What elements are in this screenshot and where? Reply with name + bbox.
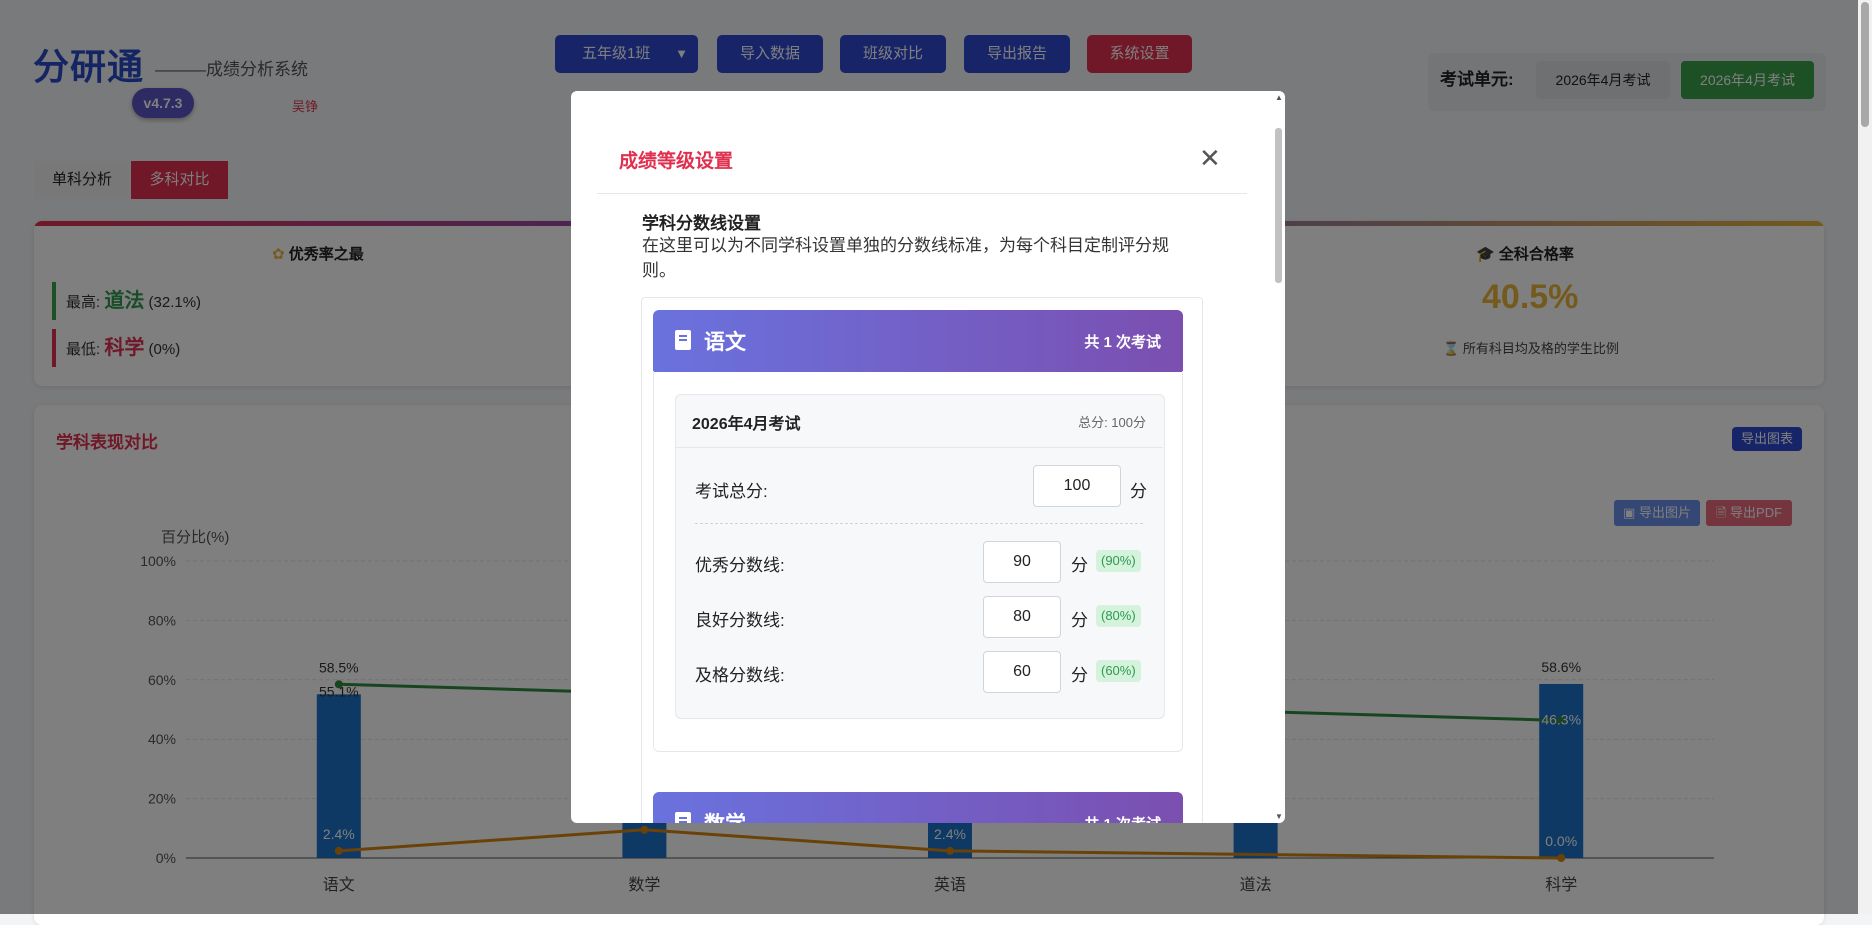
excellent-line-input[interactable]: 90 bbox=[983, 541, 1061, 583]
exam-name: 2026年4月考试 bbox=[692, 416, 801, 433]
page-scrollbar[interactable] bbox=[1858, 0, 1872, 914]
good-pct-badge: (80%) bbox=[1096, 605, 1141, 627]
subject-exam-count: 共 1 次考试 bbox=[1084, 813, 1161, 823]
modal-divider bbox=[597, 193, 1247, 194]
excellent-line-label: 优秀分数线: bbox=[695, 556, 785, 575]
modal-scrollbar-thumb[interactable] bbox=[1275, 128, 1282, 283]
unit-label: 分 bbox=[1071, 666, 1088, 685]
subject-name: 数学 bbox=[704, 808, 746, 823]
page-scrollbar-thumb[interactable] bbox=[1861, 2, 1869, 127]
subject-name: 语文 bbox=[704, 331, 746, 354]
unit-label: 分 bbox=[1071, 556, 1088, 575]
pass-line-label: 及格分数线: bbox=[695, 666, 785, 685]
unit-label: 分 bbox=[1130, 482, 1147, 501]
pass-pct-badge: (60%) bbox=[1096, 660, 1141, 682]
good-line-input[interactable]: 80 bbox=[983, 596, 1061, 638]
unit-label: 分 bbox=[1071, 611, 1088, 630]
good-line-label: 良好分数线: bbox=[695, 611, 785, 630]
subject-exam-count: 共 1 次考试 bbox=[1084, 334, 1161, 351]
subject-header-shuxue[interactable]: 数学 共 1 次考试 bbox=[653, 792, 1183, 823]
section-description: 在这里可以为不同学科设置单独的分数线标准，为每个科目定制评分规则。 bbox=[642, 236, 1169, 280]
exam-total-text: 总分: 100分 bbox=[1078, 415, 1146, 430]
dashed-divider bbox=[695, 523, 1143, 524]
modal-title: 成绩等级设置 bbox=[619, 151, 734, 172]
total-score-label: 考试总分: bbox=[695, 482, 768, 501]
section-title: 学科分数线设置 bbox=[642, 214, 761, 233]
pass-line-input[interactable]: 60 bbox=[983, 651, 1061, 693]
excellent-pct-badge: (90%) bbox=[1096, 550, 1141, 572]
book-icon bbox=[675, 330, 691, 350]
exam-card-header: 2026年4月考试 总分: 100分 bbox=[675, 394, 1163, 448]
book-icon bbox=[675, 812, 691, 823]
close-icon[interactable]: ✕ bbox=[1199, 143, 1221, 174]
subject-header-yuwen[interactable]: 语文 共 1 次考试 bbox=[653, 310, 1183, 372]
grade-settings-modal: 成绩等级设置 ✕ 学科分数线设置 在这里可以为不同学科设置单独的分数线标准，为每… bbox=[571, 91, 1285, 823]
total-score-input[interactable]: 100 bbox=[1033, 465, 1121, 507]
